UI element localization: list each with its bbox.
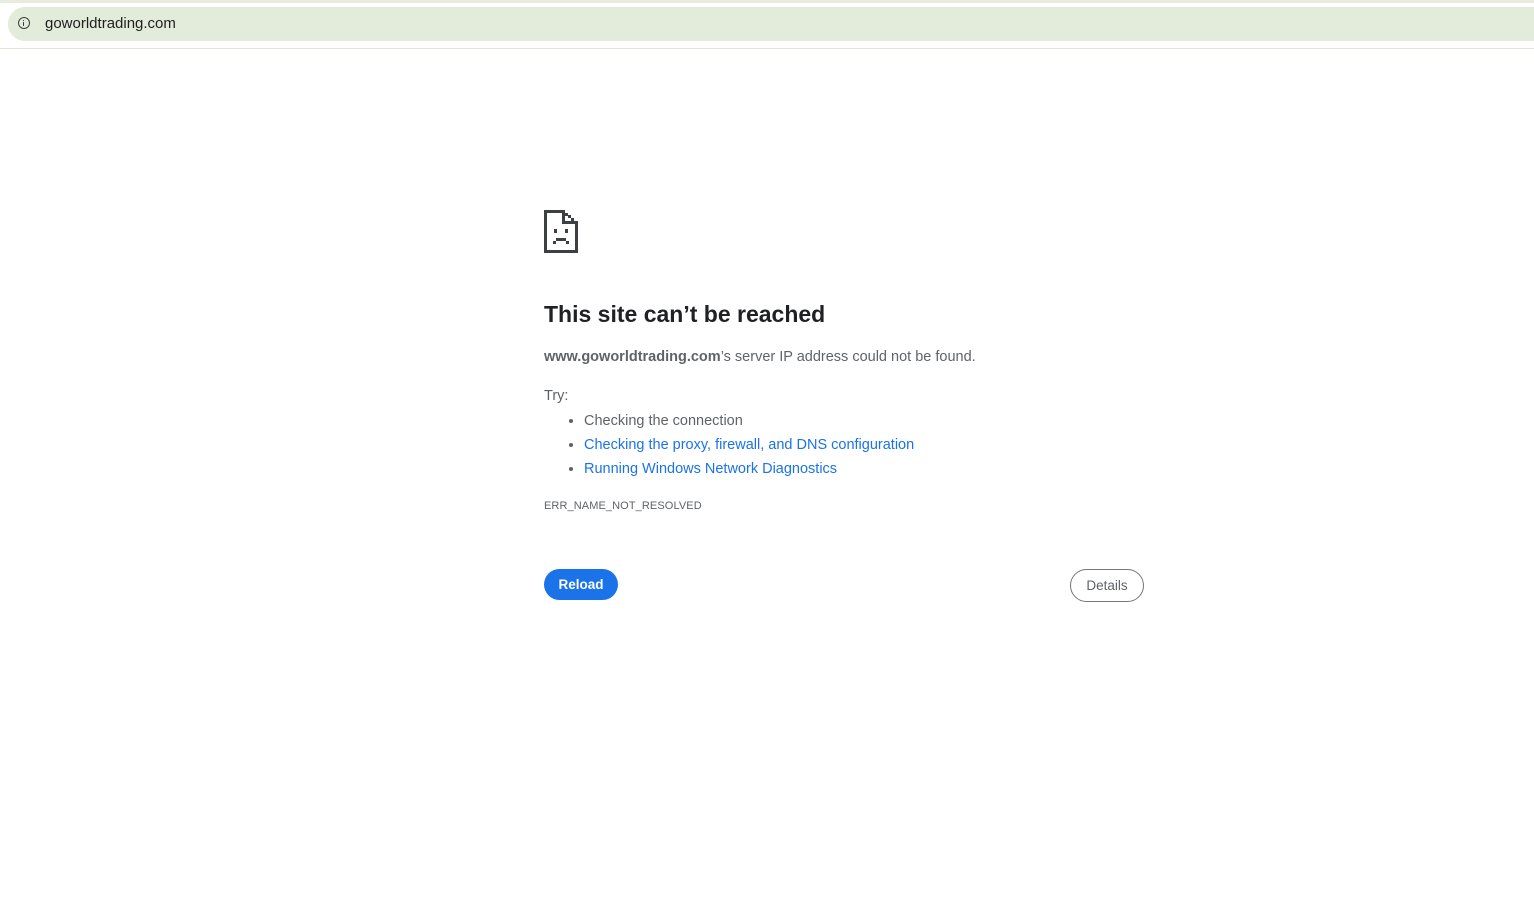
reload-button[interactable]: Reload — [544, 569, 618, 600]
proxy-firewall-dns-link[interactable]: Checking the proxy, firewall, and DNS co… — [584, 437, 914, 453]
details-button[interactable]: Details — [1070, 569, 1144, 602]
address-bar[interactable]: goworldtrading.com — [8, 7, 1534, 41]
error-host: www.goworldtrading.com — [544, 349, 721, 365]
suggestions-list: Checking the connection Checking the pro… — [544, 409, 914, 481]
sad-page-icon — [544, 210, 578, 253]
error-title: This site can’t be reached — [544, 301, 826, 327]
error-code: ERR_NAME_NOT_RESOLVED — [544, 500, 702, 512]
network-diagnostics-link[interactable]: Running Windows Network Diagnostics — [584, 461, 837, 477]
tab-strip-edge — [0, 0, 1534, 3]
suggestion-check-connection-text: Checking the connection — [584, 413, 743, 429]
suggestion-proxy-firewall-dns: Checking the proxy, firewall, and DNS co… — [584, 433, 914, 457]
address-bar-url[interactable]: goworldtrading.com — [45, 15, 176, 33]
error-summary: www.goworldtrading.com’s server IP addre… — [544, 347, 976, 367]
suggestion-check-connection: Checking the connection — [584, 409, 914, 433]
try-label: Try: — [544, 388, 569, 404]
info-icon[interactable] — [18, 17, 30, 29]
error-summary-text: ’s server IP address could not be found. — [720, 349, 976, 365]
suggestion-network-diagnostics: Running Windows Network Diagnostics — [584, 457, 914, 481]
browser-toolbar: goworldtrading.com — [0, 0, 1534, 49]
